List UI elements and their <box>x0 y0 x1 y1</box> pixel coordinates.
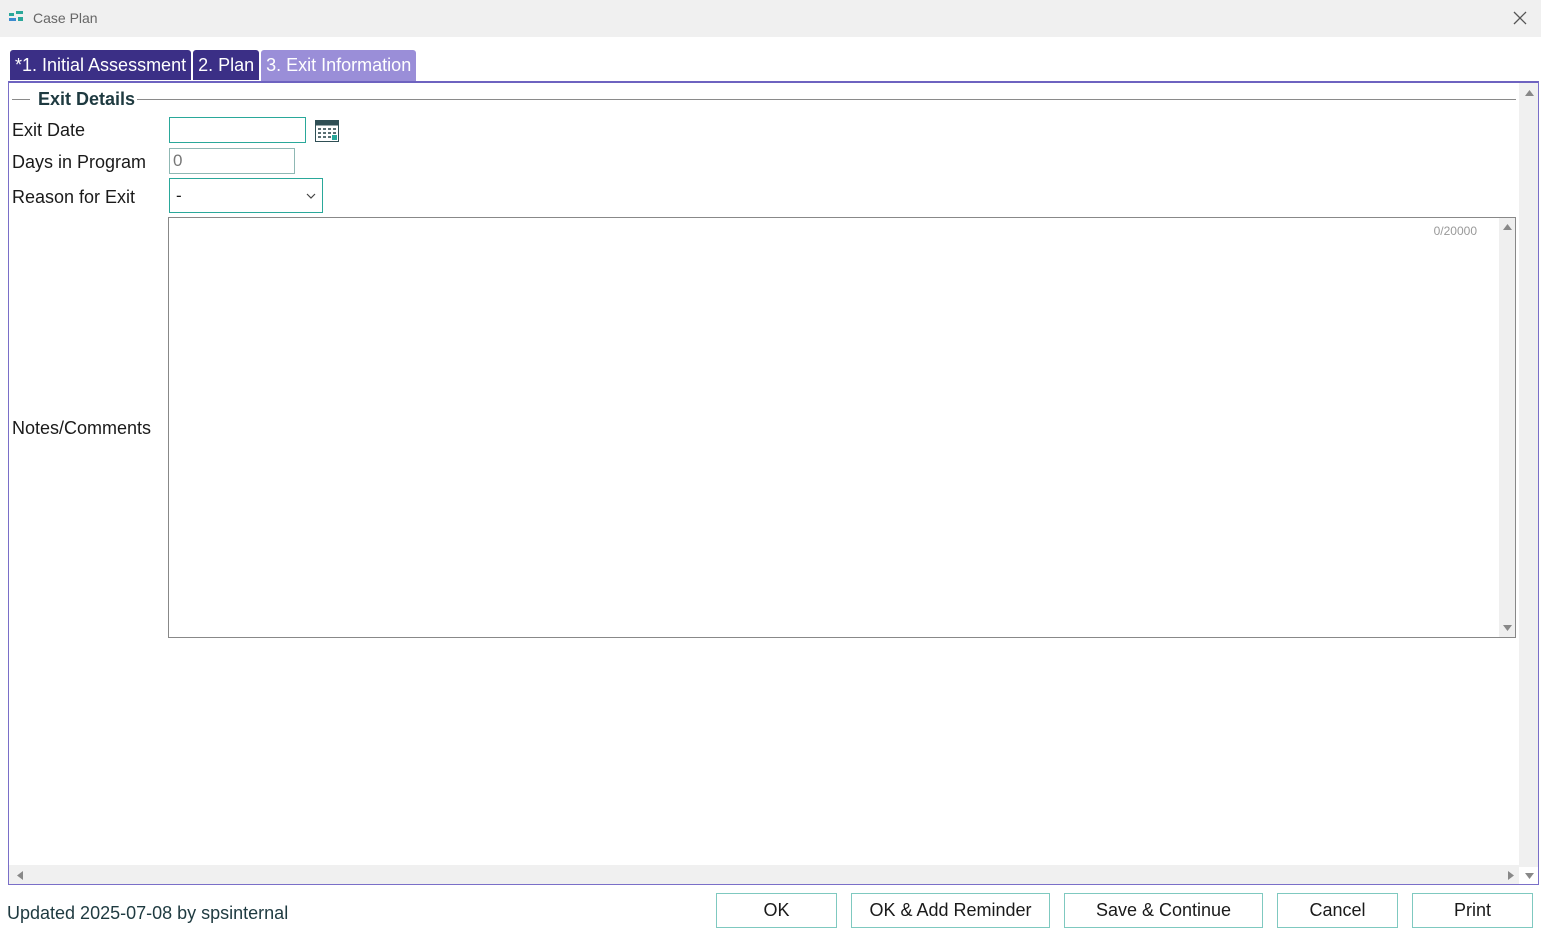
tab-bar: *1. Initial Assessment 2. Plan 3. Exit I… <box>10 50 418 81</box>
exit-date-label: Exit Date <box>12 120 86 140</box>
reason-for-exit-label: Reason for Exit <box>12 187 136 207</box>
panel-vertical-scrollbar[interactable] <box>1519 83 1538 879</box>
scroll-down-icon[interactable] <box>1521 869 1537 883</box>
notes-textarea[interactable]: 0/20000 <box>168 217 1516 638</box>
title-bar: Case Plan <box>0 0 1541 37</box>
section-title: Exit Details <box>38 89 136 109</box>
scroll-left-icon[interactable] <box>12 868 28 882</box>
last-updated-status: Updated 2025-07-08 by spsinternal <box>7 903 289 923</box>
section-divider <box>137 99 1516 100</box>
tab-exit-information[interactable]: 3. Exit Information <box>261 50 417 81</box>
ok-button[interactable]: OK <box>716 893 837 928</box>
print-button[interactable]: Print <box>1412 893 1533 928</box>
ok-add-reminder-button[interactable]: OK & Add Reminder <box>851 893 1050 928</box>
reason-for-exit-select[interactable]: - <box>169 178 323 213</box>
days-in-program-input[interactable] <box>169 148 295 174</box>
scroll-up-icon[interactable] <box>1499 220 1515 234</box>
character-counter: 0/20000 <box>1433 224 1477 238</box>
cancel-button[interactable]: Cancel <box>1277 893 1398 928</box>
panel-horizontal-scrollbar[interactable] <box>9 865 1519 884</box>
calendar-icon[interactable] <box>315 120 339 142</box>
scroll-down-icon[interactable] <box>1499 621 1515 635</box>
tab-panel: Exit Details Exit Date Days in Program R… <box>8 81 1539 885</box>
section-header: Exit Details <box>12 88 1516 110</box>
chevron-down-icon <box>306 193 316 199</box>
app-logo-icon <box>9 11 23 21</box>
days-in-program-label: Days in Program <box>12 152 147 172</box>
close-button[interactable] <box>1511 9 1529 27</box>
scroll-right-icon[interactable] <box>1503 868 1519 882</box>
window-title: Case Plan <box>33 10 98 26</box>
notes-label: Notes/Comments <box>12 418 152 438</box>
save-continue-button[interactable]: Save & Continue <box>1064 893 1263 928</box>
tab-initial-assessment[interactable]: *1. Initial Assessment <box>10 50 192 80</box>
reason-for-exit-value: - <box>176 186 182 205</box>
exit-date-input[interactable] <box>169 117 306 143</box>
tab-plan[interactable]: 2. Plan <box>193 50 260 80</box>
section-divider <box>12 99 30 100</box>
close-icon <box>1513 11 1527 25</box>
notes-scrollbar[interactable] <box>1499 218 1515 637</box>
scroll-up-icon[interactable] <box>1521 86 1537 100</box>
